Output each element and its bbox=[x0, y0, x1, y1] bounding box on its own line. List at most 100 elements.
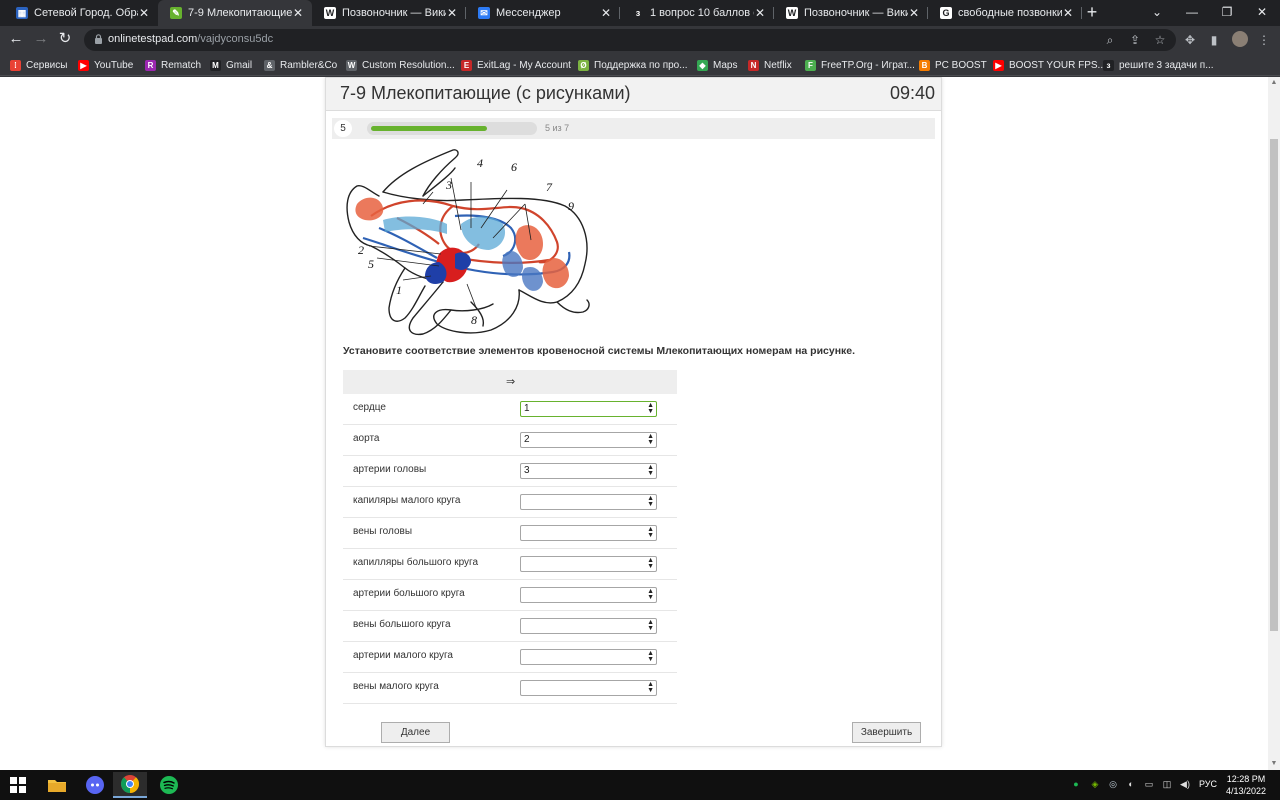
bookmark-item[interactable]: R Rematch bbox=[145, 57, 201, 73]
row-label: сердце bbox=[353, 402, 386, 413]
bookmark-star-icon[interactable]: ☆ bbox=[1152, 32, 1168, 48]
close-tab-icon[interactable]: ✕ bbox=[908, 6, 920, 20]
forward-button[interactable]: → bbox=[32, 31, 50, 49]
select-arrows-icon: ▲ ▼ bbox=[647, 619, 654, 632]
address-bar[interactable]: onlinetestpad.com/vajdyconsu5dc ⌕ ⇪ ☆ bbox=[84, 29, 1176, 51]
file-explorer-button[interactable] bbox=[40, 772, 74, 798]
scrollbar-thumb[interactable] bbox=[1270, 139, 1278, 631]
bookmark-item[interactable]: ⁞ Сервисы bbox=[10, 57, 67, 73]
support-icon: Ø bbox=[578, 59, 589, 71]
close-window-button[interactable]: ✕ bbox=[1253, 4, 1271, 22]
netflix-icon: N bbox=[748, 59, 759, 71]
table-header: ⇒ bbox=[343, 370, 677, 394]
tab-3[interactable]: W Позвоночник — Википе✕ bbox=[312, 0, 466, 26]
row-label: артерии большого круга bbox=[353, 588, 465, 599]
profile-avatar[interactable] bbox=[1232, 31, 1248, 47]
bookmark-label: решите 3 задачи п... bbox=[1119, 59, 1214, 71]
bookmark-label: Gmail bbox=[226, 59, 253, 71]
answer-select[interactable]: 1 ▲ ▼ bbox=[520, 401, 657, 417]
side-panel-icon[interactable]: ▮ bbox=[1205, 31, 1223, 49]
spotify-taskbar-button[interactable] bbox=[152, 772, 186, 798]
tray-nvidia-icon[interactable]: ◈ bbox=[1089, 778, 1101, 790]
table-row: капиляры малого круга ▲ ▼ bbox=[343, 487, 677, 518]
new-tab-button[interactable]: + bbox=[1084, 3, 1100, 23]
scroll-down-icon[interactable]: ▼ bbox=[1270, 760, 1278, 768]
scroll-up-icon[interactable]: ▲ bbox=[1270, 79, 1278, 87]
bookmark-item[interactable]: W Custom Resolution... bbox=[346, 57, 455, 73]
discord-taskbar-button[interactable] bbox=[78, 772, 112, 798]
apps-grid-icon: ⁞ bbox=[10, 59, 21, 71]
page-scrollbar[interactable]: ▲ ▼ bbox=[1268, 77, 1280, 770]
bookmark-item[interactable]: M Gmail bbox=[210, 57, 252, 73]
table-row: вены малого круга ▲ ▼ bbox=[343, 673, 677, 704]
tab-search-icon[interactable]: ⌄ bbox=[1148, 4, 1166, 22]
share-icon[interactable]: ⇪ bbox=[1127, 32, 1143, 48]
bookmark-item[interactable]: B PC BOOST bbox=[919, 57, 987, 73]
tab-5[interactable]: з 1 вопрос 10 баллов ez -✕ bbox=[620, 0, 774, 26]
url-text[interactable]: onlinetestpad.com/vajdyconsu5dc bbox=[108, 33, 273, 45]
tab-7[interactable]: Gсвободные позвонки ту✕ bbox=[928, 0, 1082, 26]
table-row: вены большого круга ▲ ▼ bbox=[343, 611, 677, 642]
bookmark-item[interactable]: з решите 3 задачи п... bbox=[1103, 57, 1214, 73]
next-button[interactable]: Далее bbox=[381, 722, 450, 743]
answer-select[interactable]: ▲ ▼ bbox=[520, 680, 657, 696]
answer-select[interactable]: ▲ ▼ bbox=[520, 556, 657, 572]
answer-select[interactable]: ▲ ▼ bbox=[520, 525, 657, 541]
tray-discord-icon[interactable]: ◐ bbox=[1125, 778, 1137, 790]
back-button[interactable]: ← bbox=[7, 31, 25, 49]
menu-icon[interactable]: ⋮ bbox=[1255, 31, 1273, 49]
figure-label-5: 5 bbox=[368, 257, 374, 271]
answer-select[interactable]: 3 ▲ ▼ bbox=[520, 463, 657, 479]
chrome-taskbar-button[interactable] bbox=[113, 772, 147, 798]
url-host: onlinetestpad.com bbox=[108, 33, 198, 45]
answer-select[interactable]: 2 ▲ ▼ bbox=[520, 432, 657, 448]
row-label: артерии малого круга bbox=[353, 650, 453, 661]
bookmark-item[interactable]: E ExitLag - My Account bbox=[461, 57, 571, 73]
extensions-icon[interactable]: ✥ bbox=[1181, 31, 1199, 49]
bookmark-item[interactable]: ▶ BOOST YOUR FPS... bbox=[993, 57, 1106, 73]
answer-select[interactable]: ▲ ▼ bbox=[520, 649, 657, 665]
answer-select[interactable]: ▲ ▼ bbox=[520, 618, 657, 634]
bookmark-item[interactable]: ◆ Maps bbox=[697, 57, 737, 73]
tray-steam-icon[interactable]: ◎ bbox=[1107, 778, 1119, 790]
close-tab-icon[interactable]: ✕ bbox=[446, 6, 458, 20]
close-tab-icon[interactable]: ✕ bbox=[292, 6, 304, 20]
tab-2[interactable]: ✎ 7-9 Млекопитающие (с р✕ bbox=[158, 0, 312, 26]
tray-spotify-icon[interactable]: ● bbox=[1070, 778, 1082, 790]
tray-battery-icon[interactable]: ▭ bbox=[1143, 778, 1155, 790]
language-indicator[interactable]: РУС bbox=[1199, 779, 1217, 789]
start-button[interactable] bbox=[1, 772, 35, 798]
tray-network-icon[interactable]: ◫ bbox=[1161, 778, 1173, 790]
znanija-icon: з bbox=[632, 7, 644, 19]
bookmark-item[interactable]: & Rambler&Co bbox=[264, 57, 337, 73]
maximize-button[interactable]: ❐ bbox=[1218, 4, 1236, 22]
table-row: артерии большого круга ▲ ▼ bbox=[343, 580, 677, 611]
answer-select[interactable]: ▲ ▼ bbox=[520, 494, 657, 510]
tab-1[interactable]: ▦ Сетевой Город. Образов✕ bbox=[4, 0, 158, 26]
tab-4[interactable]: ✉ Мессенджер ✕ bbox=[466, 0, 620, 26]
finish-button[interactable]: Завершить bbox=[852, 722, 921, 743]
tray-volume-icon[interactable]: ◀) bbox=[1179, 778, 1191, 790]
answer-select[interactable]: ▲ ▼ bbox=[520, 587, 657, 603]
bookmark-label: Сервисы bbox=[26, 59, 68, 71]
minimize-button[interactable]: — bbox=[1183, 4, 1201, 22]
progress-fill bbox=[371, 126, 487, 131]
tab-6[interactable]: W Позвоночник — Википе✕ bbox=[774, 0, 928, 26]
zoom-search-icon[interactable]: ⌕ bbox=[1102, 32, 1118, 48]
close-tab-icon[interactable]: ✕ bbox=[600, 6, 612, 20]
reload-button[interactable]: ↻ bbox=[56, 31, 74, 49]
close-tab-icon[interactable]: ✕ bbox=[1062, 6, 1074, 20]
bookmark-item[interactable]: F FreeTP.Org - Играт... bbox=[805, 57, 915, 73]
row-label: вены головы bbox=[353, 526, 413, 537]
bookmark-item[interactable]: Ø Поддержка по про... bbox=[578, 57, 688, 73]
table-row: аорта 2 ▲ ▼ bbox=[343, 425, 677, 456]
gmail-icon: M bbox=[210, 59, 221, 71]
znanija-icon: з bbox=[1103, 59, 1114, 71]
table-rows: сердце 1 ▲ ▼ аорта 2 ▲ ▼ артерии головы 3 ▲ ▼ капиля… bbox=[343, 394, 677, 704]
taskbar-clock[interactable]: 12:28 PM 4/13/2022 bbox=[1226, 773, 1266, 797]
bookmark-item[interactable]: ▶ YouTube bbox=[78, 57, 133, 73]
bookmark-item[interactable]: N Netflix bbox=[748, 57, 792, 73]
close-tab-icon[interactable]: ✕ bbox=[754, 6, 766, 20]
close-tab-icon[interactable]: ✕ bbox=[138, 6, 150, 20]
select-arrows-icon: ▲ ▼ bbox=[647, 588, 654, 601]
